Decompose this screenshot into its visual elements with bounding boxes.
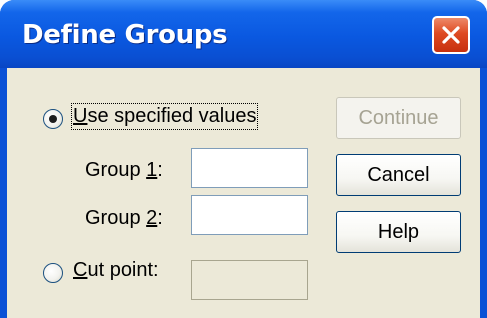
group-1-label: Group 1: — [85, 159, 163, 181]
cancel-button[interactable]: Cancel — [336, 154, 461, 196]
cut-point-input[interactable] — [191, 260, 308, 300]
group-1-input[interactable] — [191, 148, 308, 188]
use-specified-values-radio[interactable] — [43, 109, 63, 129]
help-button[interactable]: Help — [336, 211, 461, 253]
dialog-title: Define Groups — [22, 20, 228, 50]
group-2-input[interactable] — [191, 195, 308, 235]
define-groups-dialog: Define Groups Use specified values Group… — [0, 0, 487, 318]
cut-point-radio[interactable] — [43, 263, 63, 283]
close-icon — [442, 26, 460, 44]
cut-point-label[interactable]: Cut point: — [73, 259, 159, 282]
close-button[interactable] — [432, 16, 470, 54]
dialog-body: Use specified values Group 1: Group 2: C… — [7, 68, 480, 318]
use-specified-values-label[interactable]: Use specified values — [70, 103, 259, 130]
title-bar[interactable]: Define Groups — [0, 0, 487, 68]
radio-selected-dot — [49, 115, 57, 123]
continue-button[interactable]: Continue — [336, 97, 461, 139]
group-2-label: Group 2: — [85, 207, 163, 229]
